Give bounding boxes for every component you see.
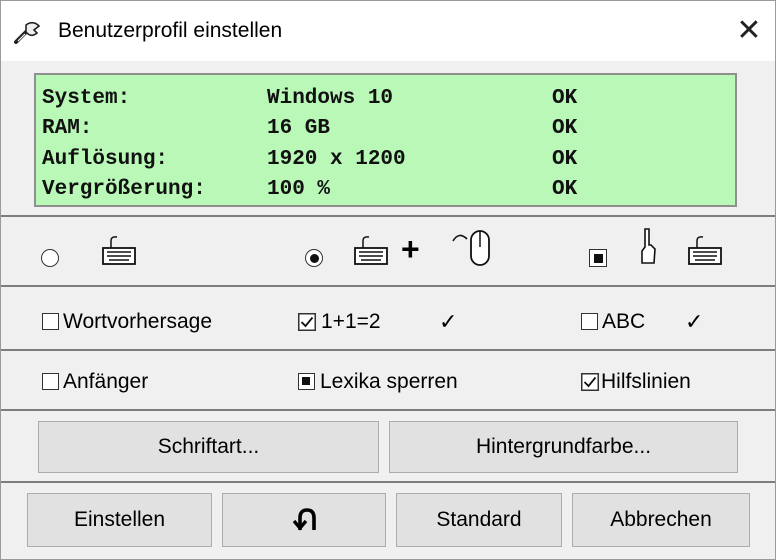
mouse-icon (452, 230, 490, 266)
system-info-panel: System: Windows 10 OK RAM: 16 GB OK Aufl… (34, 73, 737, 207)
separator (1, 481, 775, 483)
separator (1, 215, 775, 217)
keyboard-icon (688, 236, 722, 265)
wrench-icon (14, 21, 41, 44)
hintergrundfarbe-button[interactable]: Hintergrundfarbe... (389, 421, 738, 473)
close-button[interactable]: ✕ (729, 13, 769, 49)
resolution-value: 1920 x 1200 (267, 148, 406, 171)
window-title: Benutzerprofil einstellen (58, 19, 283, 42)
abc-check-mark: ✓ (685, 309, 704, 334)
separator (1, 349, 775, 351)
standard-button[interactable]: Standard (396, 493, 562, 547)
zoom-label: Vergrößerung: (42, 178, 206, 201)
abbrechen-button[interactable]: Abbrechen (572, 493, 750, 547)
keyboard-icon (354, 236, 388, 265)
resolution-status: OK (552, 148, 578, 171)
zoom-value: 100 % (267, 178, 331, 201)
lexika-checkbox[interactable] (298, 373, 315, 390)
ram-value: 16 GB (267, 117, 331, 140)
wortvorhersage-label[interactable]: Wortvorhersage (63, 310, 212, 334)
abc-checkbox[interactable] (581, 313, 598, 330)
undo-button[interactable] (222, 493, 386, 547)
ram-status: OK (552, 117, 578, 140)
system-value: Windows 10 (267, 87, 394, 110)
math-check-mark: ✓ (439, 309, 458, 334)
einstellen-button[interactable]: Einstellen (27, 493, 212, 547)
schriftart-button[interactable]: Schriftart... (38, 421, 379, 473)
resolution-label: Auflösung: (42, 148, 169, 171)
math-checkbox[interactable] (298, 313, 316, 331)
pointing-hand-icon (641, 228, 656, 264)
title-bar: Benutzerprofil einstellen ✕ (1, 1, 775, 61)
separator (1, 285, 775, 287)
mode-touch-keyboard-radio[interactable] (589, 249, 607, 267)
keyboard-icon (102, 236, 136, 265)
dialog-window: Benutzerprofil einstellen ✕ System: Wind… (0, 0, 776, 560)
zoom-status: OK (552, 178, 578, 201)
hilfslinien-label[interactable]: Hilfslinien (601, 370, 691, 394)
wortvorhersage-checkbox[interactable] (42, 313, 59, 330)
system-status: OK (552, 87, 578, 110)
lexika-label[interactable]: Lexika sperren (320, 370, 458, 394)
math-label[interactable]: 1+1=2 (321, 310, 381, 334)
system-label: System: (42, 87, 131, 110)
mode-keyboard-radio[interactable] (41, 249, 59, 267)
hilfslinien-checkbox[interactable] (581, 373, 599, 391)
plus-joiner: + (401, 231, 420, 267)
ram-label: RAM: (42, 117, 93, 140)
separator (1, 409, 775, 411)
mode-keyboard-mouse-radio[interactable] (305, 249, 323, 267)
abc-label[interactable]: ABC (602, 310, 645, 334)
anfaenger-label[interactable]: Anfänger (63, 370, 148, 394)
anfaenger-checkbox[interactable] (42, 373, 59, 390)
undo-arrow-icon (292, 508, 316, 531)
